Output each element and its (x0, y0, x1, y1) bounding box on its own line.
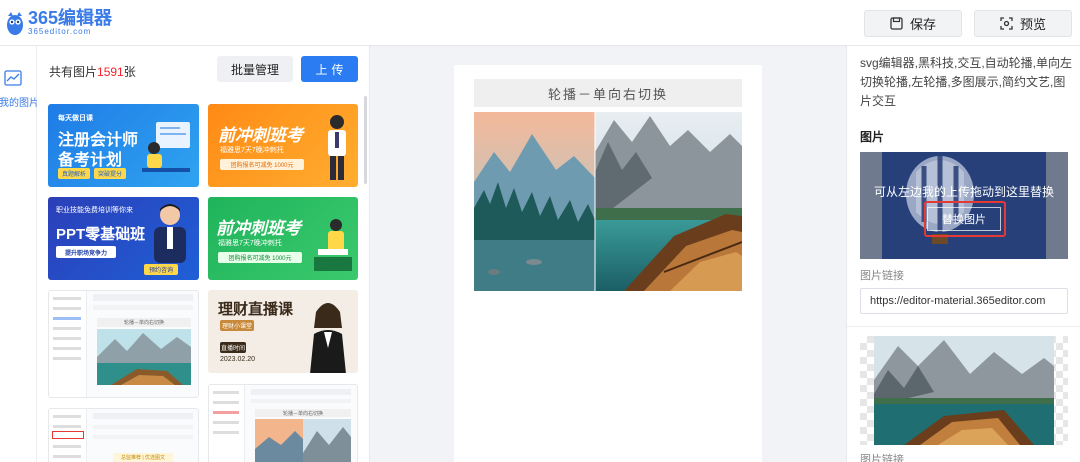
batch-manage-button[interactable]: 批量管理 (217, 56, 293, 82)
image-thumbnail[interactable]: 每天做日课 注册会计师 备考计划 真题解析 突破提分 (48, 104, 199, 187)
logo-name: 365编辑器 (28, 8, 113, 28)
image-link-input[interactable]: https://editor-material.365editor.com (860, 288, 1068, 314)
thumb-pill: 团购报名可减免 1000元 (218, 252, 302, 263)
thumb-title: 备考计划 (58, 152, 123, 169)
lake-boat-image (874, 336, 1054, 445)
thumb-carousel-title: 轮播－单向右切换 (97, 318, 191, 327)
image-panel: 共有图片1591张 批量管理 上传 每天做日课 注册会计师 备考计划 真题解析 … (37, 46, 370, 462)
replace-hint: 可从左边我的上传拖动到这里替换 (873, 185, 1054, 199)
man-illustration-icon (328, 115, 346, 180)
thumb-pill: 突破提分 (94, 168, 126, 179)
thumb-subtitle: 福雅思7天7晚冲刺托 (220, 147, 284, 154)
panel-scrollbar[interactable] (364, 96, 367, 184)
highlight-box (924, 201, 1006, 237)
thumb-carousel-title: 轮播－单向右切换 (255, 409, 351, 417)
image-thumbnail[interactable]: 前冲刺班考 福雅思7天7晚冲刺托 团购报名可减免 1000元 (208, 197, 358, 280)
thumb-pill: 预约咨询 (144, 264, 178, 275)
properties-panel: svg编辑器,黑科技,交互,自动轮播,单向左切换轮播,左轮播,多图展示,简约文艺… (846, 46, 1080, 462)
save-label: 保存 (909, 17, 936, 32)
top-bar: 365编辑器 365editor.com 保存 预览 (0, 0, 1080, 46)
logo[interactable]: 365编辑器 365editor.com (6, 9, 112, 37)
image-section-title: 图片 (860, 130, 885, 144)
upload-button[interactable]: 上传 (301, 56, 358, 82)
image-count-value: 1591 (97, 65, 124, 79)
mini-sidebar (49, 291, 87, 397)
image-link-label: 图片链接 (860, 270, 904, 282)
presenter-illustration-icon (154, 204, 186, 263)
image-link-label-2: 图片链接 (860, 454, 904, 462)
image-count-prefix: 共有图片 (49, 65, 98, 79)
preview-label: 预览 (1019, 17, 1046, 32)
rail-item-my-images[interactable]: 我的图片 (0, 62, 39, 109)
thumb-pill: 团购报名可减免 1000元 (220, 159, 304, 170)
thumb-pill: 理财小课堂 (220, 320, 254, 331)
image-count-suffix: 张 (123, 65, 136, 79)
logo-domain: 365editor.com (28, 27, 92, 36)
save-button[interactable]: 保存 (864, 10, 962, 37)
preview-button[interactable]: 预览 (974, 10, 1072, 37)
thumb-title: 前冲刺班考 (216, 219, 301, 238)
image-thumbnail[interactable]: 理财直播课 理财小课堂 直播时间 2023.02.20 (208, 290, 358, 373)
editor-canvas: 轮播－单向右切换 (370, 46, 845, 462)
lake-thumbnail (97, 329, 191, 385)
left-rail: 我的图片 (0, 46, 39, 462)
image-replace-dropzone[interactable]: 可从左边我的上传拖动到这里替换 替换图片 (860, 152, 1068, 259)
reader-illustration-icon (314, 219, 352, 271)
thumb-title: 前冲刺班考 (218, 126, 303, 145)
host-illustration-icon (310, 303, 346, 373)
thumb-date: 2023.02.20 (220, 356, 256, 363)
thumb-tag: 职业技能免费培训等你来 (56, 207, 133, 214)
thumb-title: PPT零基础班 (56, 226, 146, 243)
thumb-pill: 直播时间 (220, 342, 246, 353)
image-count: 共有图片1591张 (49, 63, 136, 80)
mountain-thumbnail (255, 419, 351, 462)
image-thumbnail[interactable]: 总监推荐 | 优选图文 (48, 408, 199, 462)
preview-icon (1000, 17, 1013, 30)
image-thumbnail[interactable]: 轮播－单向右切换 (48, 290, 199, 398)
thumb-pill: 真题解析 (58, 168, 90, 179)
template-tags: svg编辑器,黑科技,交互,自动轮播,单向左切换轮播,左轮播,多图展示,简约文艺… (860, 56, 1073, 108)
article-page[interactable]: 轮播－单向右切换 (454, 65, 762, 462)
thumb-caption: 总监推荐 | 优选图文 (113, 453, 173, 462)
carousel-image[interactable] (474, 112, 742, 291)
thumb-subtitle: 福雅思7天7晚冲刺托 (218, 240, 282, 247)
thumb-title: 理财直播课 (218, 301, 294, 318)
owl-logo-icon (6, 10, 24, 36)
image-thumbnail[interactable]: 轮播－单向右切换 (208, 384, 358, 462)
student-illustration-icon (142, 122, 190, 172)
image-chart-icon (4, 70, 22, 86)
thumb-tag: 每天做日课 (58, 115, 93, 122)
image-thumbnail[interactable]: 职业技能免费培训等你来 PPT零基础班 提升职场竞争力 预约咨询 (48, 197, 199, 280)
carousel-title[interactable]: 轮播－单向右切换 (474, 79, 742, 107)
image-preview[interactable] (860, 336, 1068, 445)
rail-item-label: 我的图片 (0, 98, 39, 109)
thumb-pill: 提升职场竞争力 (56, 246, 116, 258)
carousel-photo (474, 112, 742, 291)
save-icon (890, 17, 903, 30)
image-thumbnail[interactable]: 前冲刺班考 福雅思7天7晚冲刺托 团购报名可减免 1000元 (208, 104, 358, 187)
divider (847, 326, 1080, 327)
